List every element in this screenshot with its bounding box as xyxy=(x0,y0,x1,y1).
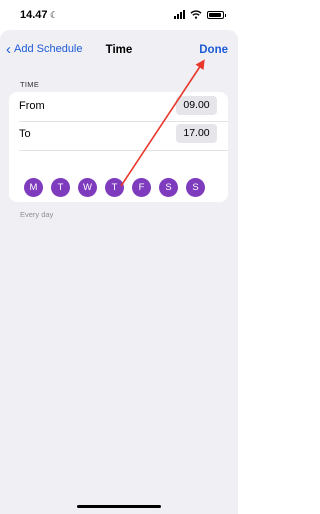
day-monday[interactable]: M xyxy=(24,178,43,197)
done-button[interactable]: Done xyxy=(199,44,228,56)
from-label: From xyxy=(19,100,45,112)
status-time: 14.47 xyxy=(20,9,48,21)
row-divider xyxy=(19,150,228,151)
navigation-bar: ‹ Add Schedule Time Done xyxy=(0,30,238,74)
schedule-sheet: ‹ Add Schedule Time Done TIME From 09.00… xyxy=(0,30,238,514)
repeat-summary: Every day xyxy=(20,210,54,219)
day-tuesday[interactable]: T xyxy=(51,178,70,197)
wifi-icon xyxy=(190,10,202,19)
cellular-signal-icon xyxy=(174,10,185,19)
status-bar: 14.47 ☾ xyxy=(0,0,238,30)
home-indicator xyxy=(77,505,161,508)
to-time-picker[interactable]: 17.00 xyxy=(176,124,217,143)
section-header: TIME xyxy=(20,80,40,89)
status-icons xyxy=(174,10,226,19)
moon-icon: ☾ xyxy=(50,10,59,20)
day-sunday[interactable]: S xyxy=(186,178,205,197)
day-wednesday[interactable]: W xyxy=(78,178,97,197)
row-divider xyxy=(19,121,228,122)
to-label: To xyxy=(19,128,31,140)
time-card: From 09.00 To 17.00 M T W T F S S xyxy=(9,92,228,202)
day-thursday[interactable]: T xyxy=(105,178,124,197)
day-friday[interactable]: F xyxy=(132,178,151,197)
day-selector: M T W T F S S xyxy=(24,178,224,197)
day-saturday[interactable]: S xyxy=(159,178,178,197)
battery-icon xyxy=(207,10,226,19)
from-time-picker[interactable]: 09.00 xyxy=(176,96,217,115)
